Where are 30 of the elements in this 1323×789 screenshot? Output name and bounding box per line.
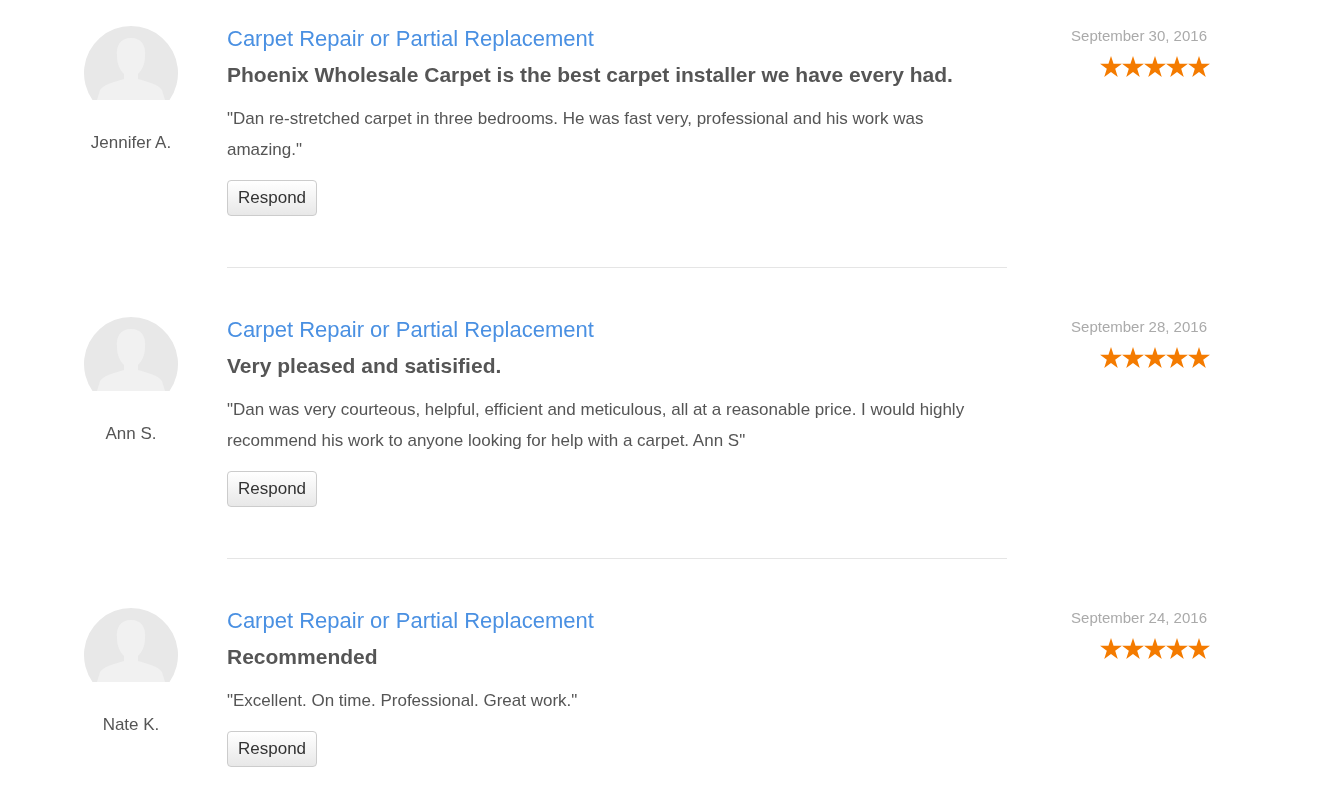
star-icon: [1144, 347, 1166, 368]
star-icon: [1188, 347, 1210, 368]
reviewer-name: Jennifer A.: [90, 133, 172, 153]
respond-button[interactable]: Respond: [227, 471, 318, 507]
review-headline: Very pleased and satisified.: [227, 353, 502, 379]
review-text: "Dan re-stretched carpet in three bedrooms. He was fast very, professional and his work was amazing.": [227, 108, 925, 161]
review-date: September 28, 2016: [1071, 317, 1207, 337]
review-date: September 30, 2016: [1071, 26, 1207, 46]
star-icon: [1166, 638, 1188, 659]
star-icon: [1100, 638, 1122, 659]
reviewer-name: Nate K.: [102, 715, 160, 735]
review-text: "Excellent. On time. Professional. Great work.": [227, 690, 579, 712]
star-icon: [1100, 347, 1122, 368]
review-date: September 24, 2016: [1071, 608, 1207, 628]
star-icon: [1100, 56, 1122, 77]
star-icon: [1166, 56, 1188, 77]
star-icon: [1122, 56, 1144, 77]
reviewer-name: Ann S.: [105, 424, 157, 444]
star-icon: [1122, 638, 1144, 659]
star-icon: [1144, 56, 1166, 77]
star-icon: [1188, 638, 1210, 659]
respond-button[interactable]: Respond: [227, 180, 318, 216]
review-headline: Recommended: [227, 644, 378, 670]
star-icon: [1188, 56, 1210, 77]
review-text: "Dan was very courteous, helpful, efficient and meticulous, all at a reasonable price. I would highly recommend his work to anyone looking for help with a carpet. Ann S": [227, 399, 966, 452]
respond-button[interactable]: Respond: [227, 731, 318, 767]
star-icon: [1122, 347, 1144, 368]
review-headline: Phoenix Wholesale Carpet is the best carpet installer we have every had.: [227, 62, 953, 88]
star-icon: [1144, 638, 1166, 659]
star-icon: [1166, 347, 1188, 368]
